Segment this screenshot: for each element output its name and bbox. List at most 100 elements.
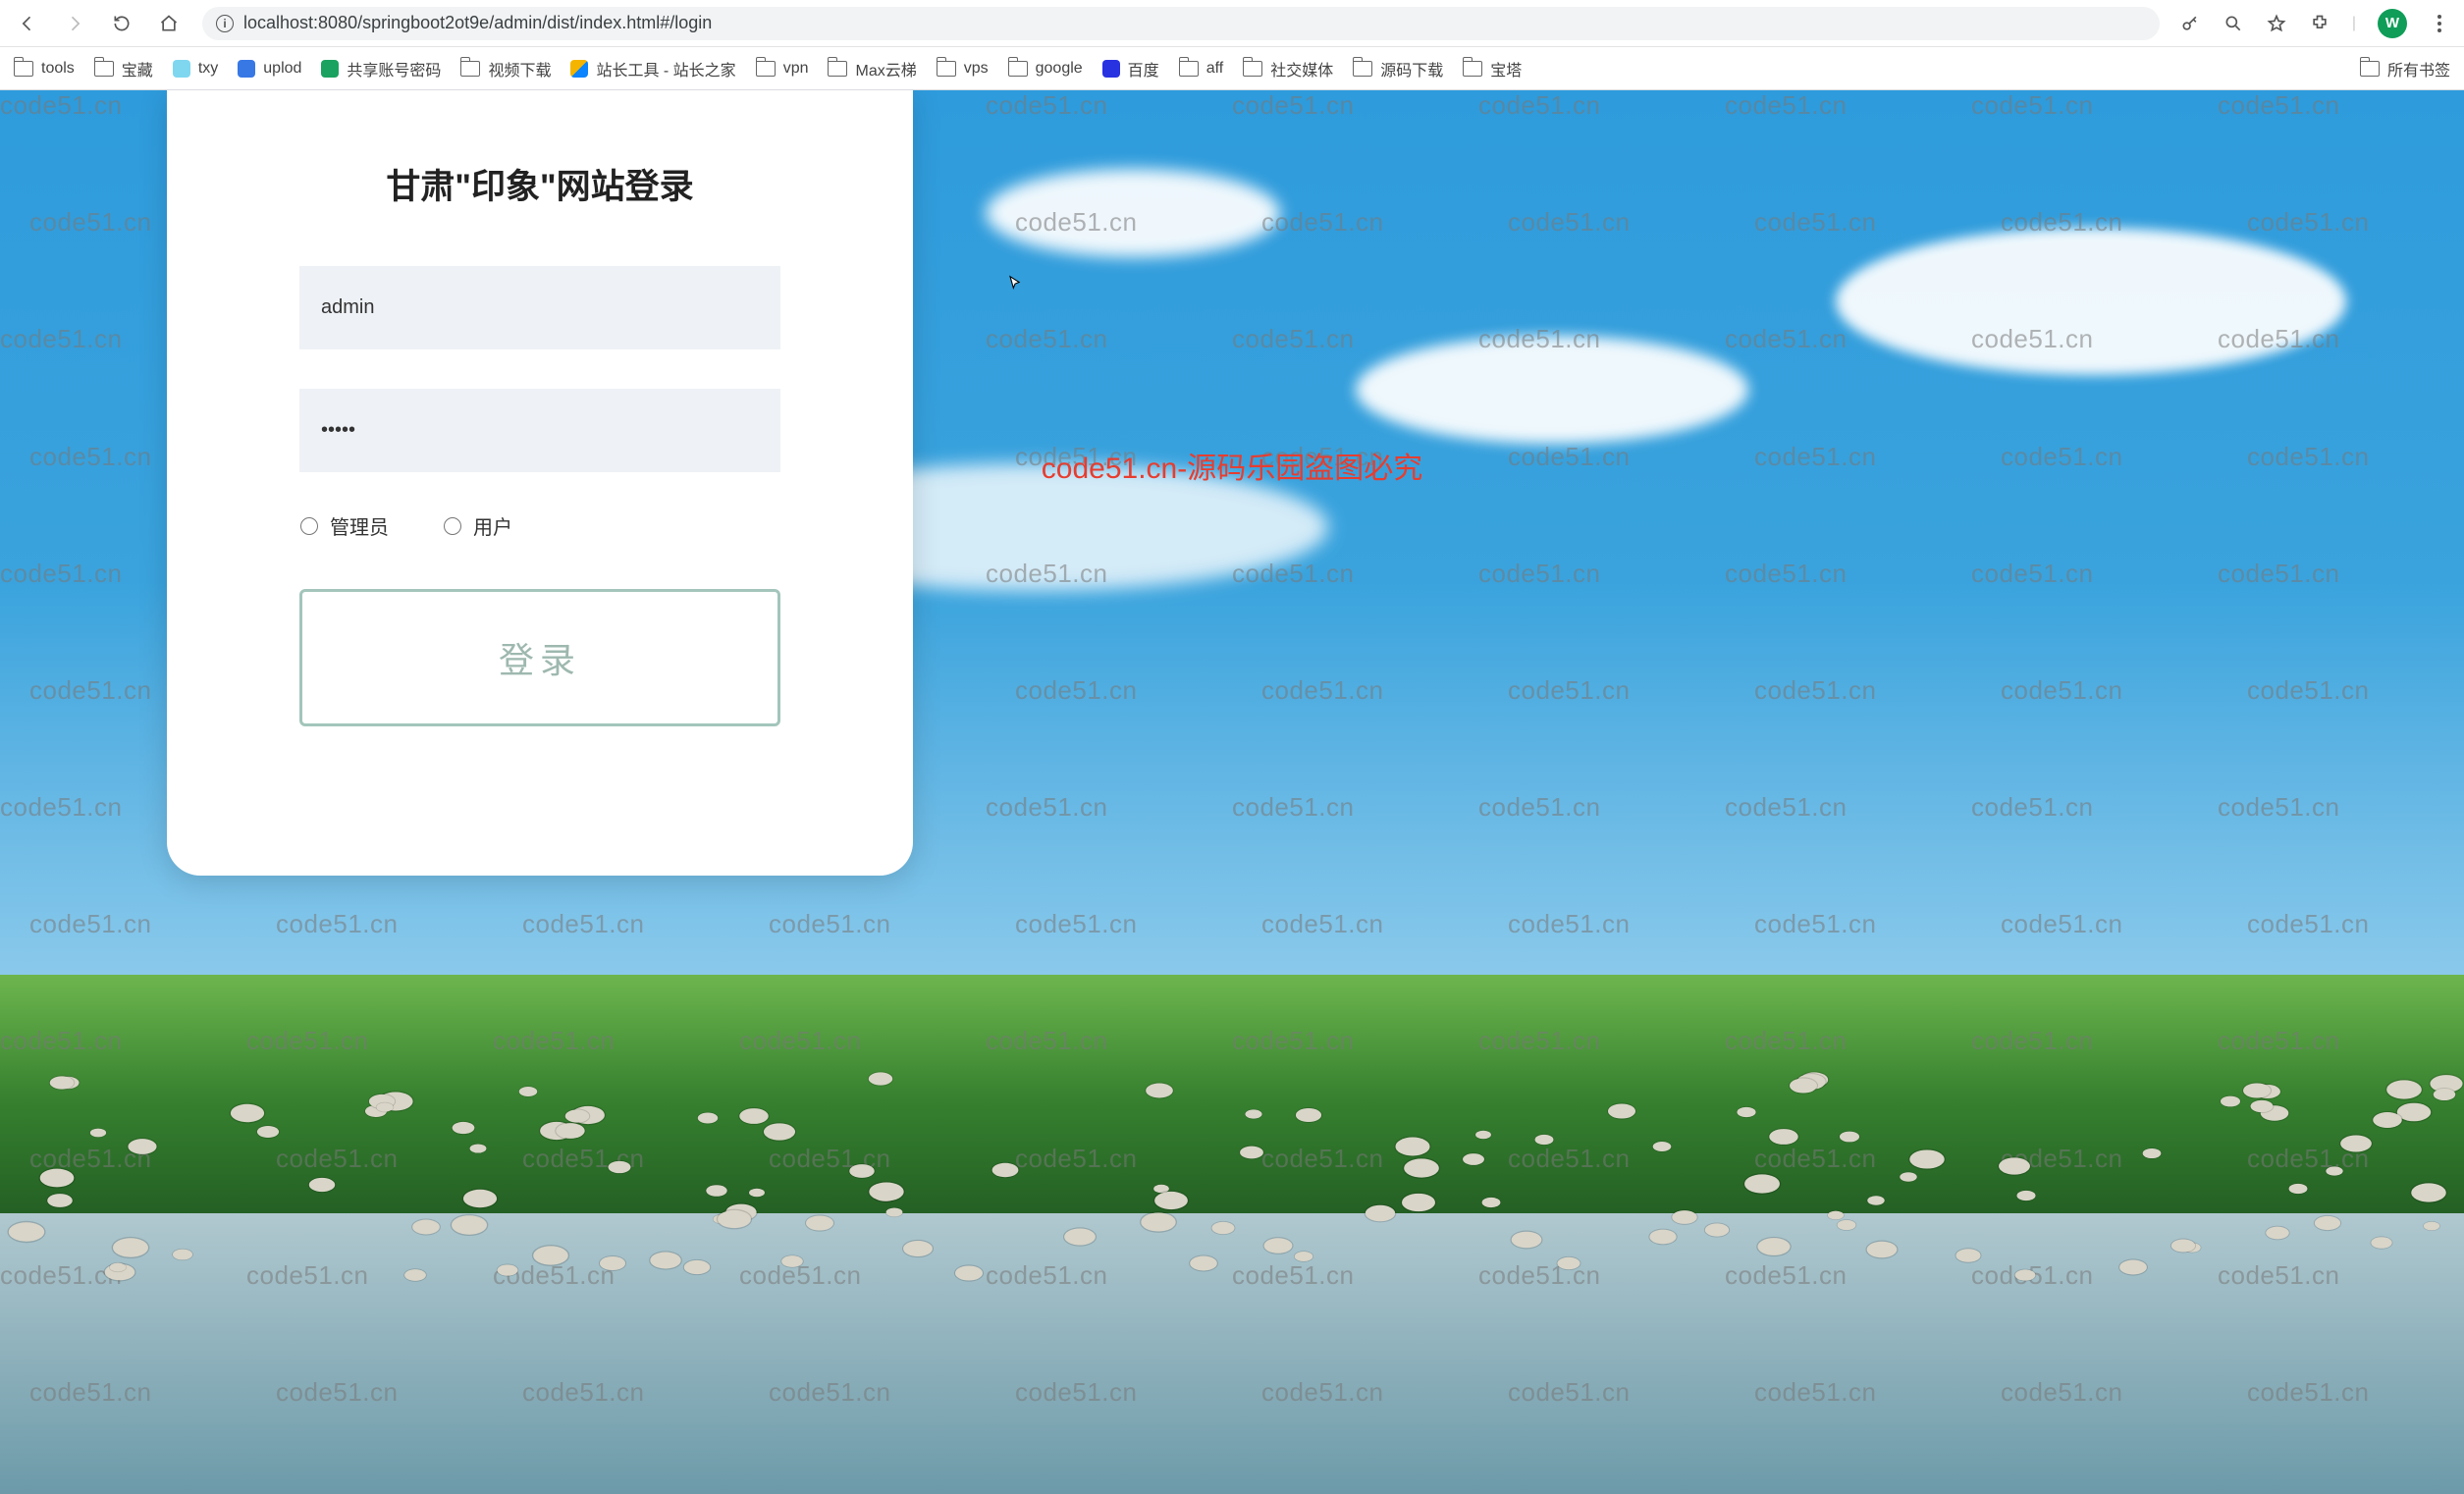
sheep-decoration <box>764 1123 795 1140</box>
folder-icon <box>756 61 776 77</box>
sheep-decoration <box>1395 1138 1429 1156</box>
bookmark-baidu[interactable]: 百度 <box>1102 57 1159 80</box>
site-tool-icon <box>570 60 588 78</box>
bookmark-all-bookmarks[interactable]: 所有书签 <box>2360 57 2450 80</box>
folder-icon <box>1243 61 1262 77</box>
address-bar[interactable]: i <box>202 7 2160 40</box>
sheep-decoration <box>886 1207 903 1216</box>
bookmark-vpn[interactable]: vpn <box>756 60 809 78</box>
url-input[interactable] <box>243 13 2146 33</box>
folder-icon <box>14 61 33 77</box>
nav-forward-button[interactable] <box>61 10 88 37</box>
bookmark-label: google <box>1036 60 1083 78</box>
bookmark-label: 源码下载 <box>1380 57 1443 80</box>
sheep-decoration <box>404 1269 426 1281</box>
folder-icon <box>94 61 114 77</box>
bookmark-star-icon[interactable] <box>2266 13 2287 34</box>
bookmark-source-download[interactable]: 源码下载 <box>1353 57 1443 80</box>
sheep-decoration <box>2119 1259 2147 1274</box>
sheep-decoration <box>1294 1252 1312 1261</box>
bookmark-txy[interactable]: txy <box>173 60 218 78</box>
role-user-radio[interactable]: 用户 <box>444 511 512 540</box>
upload-icon <box>238 60 255 78</box>
sheep-decoration <box>1475 1130 1491 1139</box>
bookmark-webmaster-tools[interactable]: 站长工具 - 站长之家 <box>570 57 735 80</box>
bookmark-social-media[interactable]: 社交媒体 <box>1243 57 1333 80</box>
bookmark-label: 宝藏 <box>122 57 153 80</box>
sheep-decoration <box>309 1178 335 1192</box>
role-radio-group: 管理员 用户 <box>273 511 807 540</box>
bookmark-tools[interactable]: tools <box>14 60 75 78</box>
extensions-icon[interactable] <box>2309 13 2330 34</box>
sheep-decoration <box>903 1241 933 1256</box>
login-submit-button[interactable]: 登录 <box>299 589 780 726</box>
folder-icon <box>1179 61 1199 77</box>
browser-menu-button[interactable] <box>2429 15 2450 32</box>
login-title: 甘肃"印象"网站登录 <box>273 159 807 209</box>
sheep-decoration <box>1064 1228 1096 1245</box>
sheep-decoration <box>684 1260 710 1274</box>
sheep-decoration <box>1511 1231 1541 1248</box>
sheep-decoration <box>2250 1099 2273 1111</box>
username-input[interactable] <box>299 266 780 349</box>
bookmark-vps[interactable]: vps <box>937 60 989 78</box>
sheep-decoration <box>1155 1192 1189 1209</box>
bookmark-video-download[interactable]: 视频下载 <box>460 57 551 80</box>
cloud-icon <box>173 60 190 78</box>
cloud-decoration <box>1836 228 2346 375</box>
bookmark-aff[interactable]: aff <box>1179 60 1224 78</box>
avatar-initial: W <box>2385 15 2399 31</box>
sheep-decoration <box>2340 1135 2372 1151</box>
role-user-radio-input[interactable] <box>444 517 461 535</box>
profile-avatar[interactable]: W <box>2378 9 2407 38</box>
bookmarks-bar: tools 宝藏 txy uplod 共享账号密码 视频下载 站长工具 - 站长… <box>0 47 2464 90</box>
role-admin-radio[interactable]: 管理员 <box>300 511 389 540</box>
cloud-decoration <box>986 169 1280 257</box>
zoom-icon[interactable] <box>2223 13 2244 34</box>
bookmark-label: 社交媒体 <box>1270 57 1333 80</box>
role-user-label: 用户 <box>473 511 512 540</box>
sheep-decoration <box>1141 1212 1175 1231</box>
sheep-decoration <box>749 1188 765 1197</box>
nav-reload-button[interactable] <box>108 10 135 37</box>
nav-home-button[interactable] <box>155 10 183 37</box>
sheep-decoration <box>1534 1135 1553 1145</box>
bookmark-shared-accounts[interactable]: 共享账号密码 <box>321 57 441 80</box>
bookmark-bt[interactable]: 宝塔 <box>1463 57 1522 80</box>
sheep-decoration <box>49 1076 74 1089</box>
folder-icon <box>937 61 956 77</box>
sheep-decoration <box>1558 1257 1580 1269</box>
sheep-decoration <box>469 1144 486 1152</box>
role-admin-label: 管理员 <box>330 511 389 540</box>
bookmark-uplod[interactable]: uplod <box>238 60 301 78</box>
bookmark-label: uplod <box>263 60 301 78</box>
sheep-decoration <box>1769 1129 1797 1145</box>
nav-back-button[interactable] <box>14 10 41 37</box>
site-info-icon[interactable]: i <box>216 15 234 32</box>
sheep-decoration <box>1901 1172 1917 1181</box>
sheep-decoration <box>1608 1103 1635 1118</box>
bookmark-label: 所有书签 <box>2387 57 2450 80</box>
sheep-decoration <box>1211 1222 1234 1234</box>
sheep-decoration <box>1909 1149 1944 1168</box>
sheep-decoration <box>849 1164 875 1178</box>
bookmark-label: 站长工具 - 站长之家 <box>596 57 735 80</box>
sheep-decoration <box>453 1121 475 1133</box>
bookmark-max-ladder[interactable]: Max云梯 <box>828 57 916 80</box>
bookmark-label: tools <box>41 60 75 78</box>
sheep-decoration <box>1790 1078 1817 1093</box>
password-input[interactable] <box>299 389 780 472</box>
sheep-decoration <box>2015 1269 2036 1280</box>
sheep-decoration <box>1481 1198 1500 1207</box>
sheep-decoration <box>9 1222 44 1242</box>
bookmark-google[interactable]: google <box>1008 60 1083 78</box>
sheep-decoration <box>1649 1229 1676 1244</box>
sheep-decoration <box>954 1266 982 1281</box>
sheep-decoration <box>991 1162 1018 1176</box>
password-key-icon[interactable] <box>2179 13 2201 34</box>
browser-toolbar: i | W <box>0 0 2464 47</box>
role-admin-radio-input[interactable] <box>300 517 318 535</box>
bookmark-label: aff <box>1206 60 1224 78</box>
bookmark-baozang[interactable]: 宝藏 <box>94 57 153 80</box>
sheep-decoration <box>1295 1108 1320 1122</box>
